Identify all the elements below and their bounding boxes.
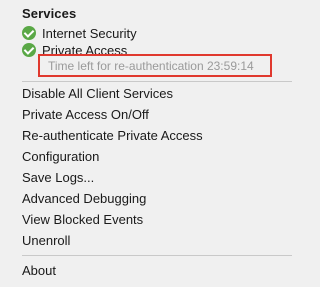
menu-item-label: About [22, 263, 56, 278]
check-circle-icon [22, 26, 36, 40]
menu-item-unenroll[interactable]: Unenroll [0, 230, 300, 251]
menu-item-label: Save Logs... [22, 170, 95, 185]
services-header: Services [22, 6, 77, 21]
menu-separator [22, 81, 292, 82]
menu-item-advanced-debugging[interactable]: Advanced Debugging [0, 188, 300, 209]
check-circle-icon [22, 43, 36, 57]
menu-item-about[interactable]: About [0, 260, 300, 281]
menu-item-label: View Blocked Events [22, 212, 144, 227]
menu-separator [22, 255, 292, 256]
reauth-time-text: Time left for re-authentication 23:59:14 [48, 58, 254, 73]
service-label: Internet Security [42, 25, 137, 41]
menu-item-configuration[interactable]: Configuration [0, 146, 300, 167]
menu-item-view-blocked-events[interactable]: View Blocked Events [0, 209, 300, 230]
service-internet-security: Internet Security [22, 25, 137, 41]
menu-item-label: Disable All Client Services [22, 86, 174, 101]
menu-item-label: Configuration [22, 149, 100, 164]
reauth-time-notice: Time left for re-authentication 23:59:14 [38, 54, 272, 77]
menu-item-label: Re-authenticate Private Access [22, 128, 203, 143]
menu-item-reauthenticate-private-access[interactable]: Re-authenticate Private Access [0, 125, 300, 146]
menu-item-label: Advanced Debugging [22, 191, 147, 206]
menu-item-disable-all-client-services[interactable]: Disable All Client Services [0, 83, 300, 104]
menu-item-label: Private Access On/Off [22, 107, 149, 122]
context-menu: Services Internet Security Private Acces… [0, 0, 300, 287]
menu-item-save-logs[interactable]: Save Logs... [0, 167, 300, 188]
menu-item-private-access-on-off[interactable]: Private Access On/Off [0, 104, 300, 125]
menu-item-label: Unenroll [22, 233, 71, 248]
